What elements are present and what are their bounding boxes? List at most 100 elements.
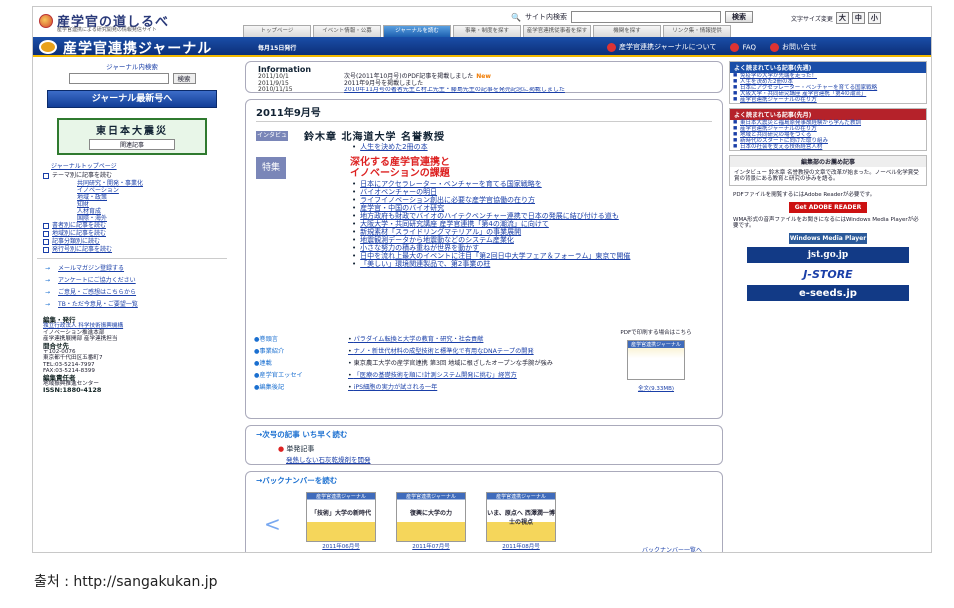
category-header-label: テーマ別に記事を読む [52, 172, 113, 179]
backnumber-item[interactable]: 産学官連携ジャーナル 「技術」大学の新時代 2011年06月号 [306, 492, 376, 550]
journal-title[interactable]: 産学官連携ジャーナル [63, 38, 212, 58]
search-input[interactable] [570, 11, 721, 23]
category-link[interactable]: 地域別に記事を読む [37, 230, 227, 238]
journal-search-button[interactable]: 検索 [172, 73, 196, 84]
feature-links: 日本にアクセラレーター・ベンチャーを育てる国家戦略を バイオベンチャーの明日 ラ… [256, 180, 712, 268]
feature-link[interactable]: 日中を流れ上最大のイベントに注目「第2回日中大学フェア＆フォーラム」東京で開催 [360, 252, 630, 260]
previous-arrow-icon[interactable]: < [264, 512, 281, 536]
tab-programs[interactable]: 事業・制度を探す [453, 25, 521, 37]
tab-institutions[interactable]: 機関を探す [593, 25, 661, 37]
feature-link-row: 小さな努力の積み重ねが世界を動かす [256, 244, 712, 252]
search-icon: 🔍 [511, 12, 521, 22]
adobe-reader-badge[interactable]: Get ADOBE READER [789, 202, 867, 213]
arrow-right-icon: → [45, 289, 51, 296]
feature-link[interactable]: 地方政府も財政でバイオのハイテクベンチャー連携で日本の発展に結び付ける道も [360, 212, 619, 220]
popular-link[interactable]: 産学官連携ジャーナルの在り方 [730, 97, 926, 103]
feature-link[interactable]: ライフイノベーション創出に必要な産学官協働の在り方 [360, 196, 535, 204]
tab-top[interactable]: トップページ [243, 25, 311, 37]
search-button[interactable]: 検索 [724, 11, 753, 23]
j-store-banner[interactable]: J-STORE [747, 266, 909, 282]
site-logo[interactable]: 産学官の道しるべ 産学官連携による研究開発の情報発信サイト [39, 11, 169, 33]
category-link[interactable]: 書者別に記事を読む [37, 222, 227, 230]
info-icon [607, 42, 616, 52]
category-item[interactable]: 国際・海外 [37, 215, 227, 222]
feature-link[interactable]: バイオベンチャーの明日 [360, 188, 437, 196]
feature-link[interactable]: 小さな努力の積み重ねが世界を動かす [360, 244, 479, 252]
feature-title-line: イノベーションの課題 [350, 168, 450, 179]
category-item[interactable]: 地域・政策 [37, 194, 227, 201]
category-link[interactable]: 記事分類別に読む [37, 238, 227, 246]
backnumber-list-link[interactable]: バックナンバー一覧へ [642, 545, 702, 552]
column-link[interactable]: ナノ・新世代材料の成型技術と標準化で有用なDNAテープの開発 [348, 346, 588, 355]
column-link[interactable]: iPS細胞の実力が試される一年 [348, 382, 588, 391]
site-search: 🔍 サイト内検索 検索 [511, 11, 753, 23]
nav-faq-label: FAQ [742, 43, 757, 51]
tool-link[interactable]: → アンケートにご協力ください [37, 275, 227, 287]
main-content: Information 2011/10/1 次号(2011年10月号)のPDF記事… [245, 61, 723, 552]
tool-link[interactable]: → ご意見・ご感想はこちらから [37, 287, 227, 299]
nav-faq[interactable]: FAQ [730, 42, 757, 52]
font-size-small[interactable]: 小 [867, 12, 881, 24]
feature-link[interactable]: 大阪大学・共同研究講座 産学官連携「第4の潮流」に向けて [360, 220, 549, 228]
backnumber-item[interactable]: 産学官連携ジャーナル いま、原点へ 西澤潤一博士の視点 2011年08月号 [486, 492, 556, 550]
category-link[interactable]: 発行号別に記事を読む [37, 246, 227, 254]
column-text[interactable]: 東京農工大学の産学官連携 第3回 地域に根ざしたオープンな手腕が強み [348, 358, 588, 367]
divider [37, 258, 227, 259]
font-size-large[interactable]: 大 [835, 12, 849, 24]
pdf-download-link[interactable]: 全文(9.33MB) [598, 384, 714, 392]
info-date: 2010/11/15 [258, 86, 293, 93]
tool-link-label: TB・ただ今意見・ご要望一覧 [58, 301, 138, 308]
category-link-label: 地域別に記事を読む [52, 230, 107, 237]
cover-title: 産学官連携ジャーナル [628, 341, 684, 348]
tab-journal[interactable]: ジャーナルを読む [383, 25, 451, 37]
category-item[interactable]: 知財 [37, 201, 227, 208]
tab-people[interactable]: 産学官連携従事者を探す [523, 25, 591, 37]
wmp-note: WMA形式の音声ファイルをお聞きになるにはWindows Media Playe… [733, 217, 919, 229]
pdf-note: PDFで印刷する場合はこちら [620, 330, 692, 336]
backnumber-item[interactable]: 産学官連携ジャーナル 復興に大学の力 2011年07月号 [396, 492, 466, 550]
recommend-text[interactable]: インタビュー 鈴木章 名誉教授の文章で改革が始まった。ノーベル化学賞受賞の背景に… [730, 167, 926, 185]
e-seeds-banner[interactable]: e-seeds.jp [747, 285, 909, 301]
windows-media-player-badge[interactable]: Windows Media Player [789, 233, 867, 244]
cover-issue-link[interactable]: 2011年08月号 [486, 542, 556, 550]
journal-search-input[interactable] [68, 73, 169, 84]
tool-link[interactable]: → メールマガジン登録する [37, 263, 227, 275]
feature-link[interactable]: 「美しい」環境関連製品で、第2事業の柱 [360, 260, 490, 268]
font-size-medium[interactable]: 中 [851, 12, 865, 24]
nav-contact[interactable]: お問い合せ [770, 42, 817, 52]
category-item[interactable]: 人材育成 [37, 208, 227, 215]
cover-headline: 復興に大学の力 [409, 510, 452, 517]
interview-link[interactable]: 人生を決めた2冊の本 [360, 143, 427, 151]
popular-link[interactable]: 日本の社会を支える技術経営人材 [730, 144, 926, 150]
column-category: ●連載 [254, 360, 272, 367]
next-issue-link[interactable]: 発熱しない石灰乾燥剤を開発 [256, 454, 712, 464]
category-item[interactable]: イノベーション [37, 187, 227, 194]
cover-issue-link[interactable]: 2011年07月号 [396, 542, 466, 550]
feature-link[interactable]: 地震観測データから地震動などのシステム産業化 [360, 236, 514, 244]
latest-issue-button[interactable]: ジャーナル最新号へ [47, 90, 217, 108]
font-size-switcher: 文字サイズ変更 大 中 小 [791, 12, 881, 24]
feature-link[interactable]: 新規素材「スライドリングマテリアル」の事業展開 [360, 228, 521, 236]
tab-events[interactable]: イベント情報・公募 [313, 25, 381, 37]
arrow-right-icon: → [45, 301, 51, 308]
tab-links[interactable]: リンク集・情報提供 [663, 25, 731, 37]
cover-issue-link[interactable]: 2011年06月号 [306, 542, 376, 550]
current-cover-image[interactable]: 産学官連携ジャーナル [627, 340, 685, 380]
column-link[interactable]: 「医療の基礎技術を順に!計測システム開発に挑む」経営方 [348, 370, 588, 379]
earthquake-banner[interactable]: 東日本大震災 関連記事 [57, 118, 207, 155]
info-link[interactable]: 2010年11月号の著者先生と村上先生・藤島先生の記事を発売記念に掲載しました [344, 87, 644, 94]
cover-headline: 「技術」大学の新時代 [310, 510, 371, 517]
column-link[interactable]: パラダイム転換と大学の教育・研究・社会貢献 [348, 334, 588, 343]
category-item[interactable]: 共同研究・開発・事業化 [37, 180, 227, 187]
nav-about[interactable]: 産学官連携ジャーナルについて [607, 42, 716, 52]
feature-link[interactable]: 産学官・中国のバイオ研究 [360, 204, 444, 212]
next-issue-item: 単発記事 [256, 444, 712, 454]
feature-link[interactable]: 日本にアクセラレーター・ベンチャーを育てる国家戦略を [360, 180, 542, 188]
checkbox-icon [43, 239, 49, 245]
journal-search-label: ジャーナル内検索 [106, 63, 158, 71]
jst-banner[interactable]: jst.go.jp [747, 247, 909, 263]
journal-top-link[interactable]: ジャーナルトップページ [37, 161, 227, 170]
main-tabs: トップページ イベント情報・公募 ジャーナルを読む 事業・制度を探す 産学官連携… [243, 25, 731, 37]
journal-logo-icon [39, 40, 57, 54]
tool-link[interactable]: → TB・ただ今意見・ご要望一覧 [37, 299, 227, 311]
